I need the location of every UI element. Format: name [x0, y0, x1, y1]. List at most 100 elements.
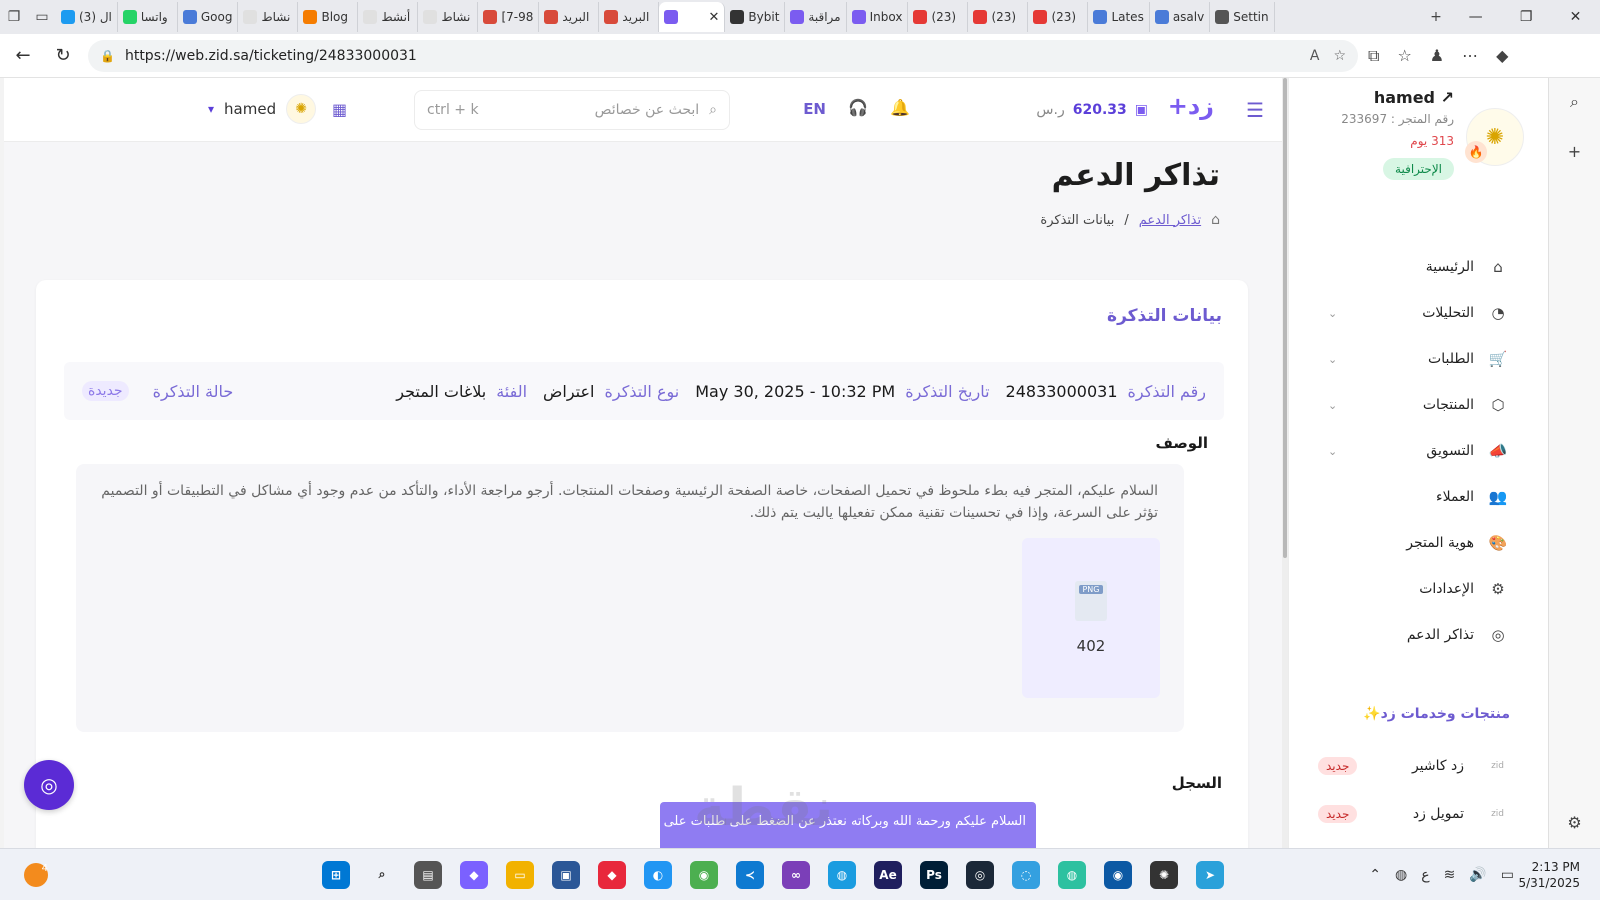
browser-tab[interactable]: [7-98 — [478, 2, 540, 32]
edge-icon[interactable]: ◉ — [1104, 860, 1132, 889]
browser-tab[interactable]: asalv — [1150, 2, 1211, 32]
browser-tab[interactable]: Blog — [298, 2, 359, 32]
browser-tab[interactable]: Inbox — [847, 2, 909, 32]
browser-tab[interactable]: Lates — [1088, 2, 1150, 32]
browser-tab[interactable]: مراقبة — [785, 2, 847, 32]
menu-toggle-icon[interactable]: ☰ — [1246, 98, 1264, 122]
telegram-icon[interactable]: ➤ — [1196, 860, 1224, 889]
headset-icon[interactable]: 🎧 — [848, 98, 868, 117]
workspaces-icon[interactable]: ❐ — [0, 3, 28, 31]
sidebar-item[interactable]: 🎨 هوية المتجر — [1289, 520, 1548, 566]
after-effects-icon[interactable]: Ae — [874, 860, 902, 889]
browser-tab[interactable]: ✕ — [659, 2, 726, 32]
input-language[interactable]: ع — [1421, 867, 1429, 883]
browser-tab[interactable]: (23) — [968, 2, 1029, 32]
browser-tab[interactable]: Bybit — [725, 2, 786, 32]
zid-logo[interactable]: زد+ — [1168, 92, 1214, 120]
wifi-icon[interactable]: ≋ — [1444, 867, 1456, 883]
search-input[interactable]: ⌕ ابحث عن خصائص ctrl + k — [414, 90, 730, 130]
sidebar-item[interactable]: ⌂ الرئيسية — [1289, 244, 1548, 290]
edge-canary-icon[interactable]: ◍ — [1058, 860, 1086, 889]
scrollbar-thumb[interactable] — [1283, 78, 1287, 558]
file-explorer-icon[interactable]: ▭ — [506, 860, 534, 889]
sidebar-item[interactable]: 📣 التسويق ⌄ — [1289, 428, 1548, 474]
browser-tab[interactable]: Settin — [1210, 2, 1275, 32]
browser-tab[interactable]: (23) — [1028, 2, 1089, 32]
clock[interactable]: 2:13 PM 5/31/2025 — [1518, 859, 1580, 891]
wallet-balance[interactable]: ر.س 620.33 ▣ — [1036, 96, 1148, 124]
new-tab-button[interactable]: + — [1422, 3, 1450, 31]
favorites-icon[interactable]: ☆ — [1397, 46, 1411, 65]
store-name[interactable]: hamed ↗ — [1374, 88, 1454, 107]
search-icon[interactable]: ⌕ — [1570, 92, 1579, 112]
read-aloud-icon[interactable]: A — [1310, 48, 1320, 64]
profile-icon[interactable]: ♟ — [1430, 46, 1444, 65]
more-menu-icon[interactable]: ⋯ — [1462, 46, 1478, 65]
browser-tab[interactable]: البريد — [599, 2, 660, 32]
maximize-button[interactable]: ❐ — [1520, 9, 1533, 25]
bell-icon[interactable]: 🔔 — [890, 98, 910, 117]
add-icon[interactable]: + — [1568, 142, 1581, 161]
sidebar-item[interactable]: 🛒 الطلبات ⌄ — [1289, 336, 1548, 382]
steam-icon[interactable]: ◎ — [966, 860, 994, 889]
close-tab-icon[interactable]: ✕ — [709, 10, 720, 25]
chevron-down-icon[interactable]: ⌄ — [1328, 307, 1337, 320]
network-status-icon[interactable]: ◍ — [1395, 867, 1407, 883]
start-icon[interactable]: ⊞ — [322, 860, 350, 889]
plan-badge[interactable]: الإحترافية — [1383, 158, 1454, 180]
breadcrumb-link-tickets[interactable]: تذاكر الدعم — [1139, 213, 1201, 228]
language-switch[interactable]: EN — [803, 100, 826, 118]
chat-support-button[interactable]: ◎ — [24, 760, 74, 810]
chrome-icon[interactable]: ◉ — [690, 860, 718, 889]
user-menu[interactable]: ▾ hamed ✺ — [208, 94, 317, 124]
sidebar-item-zid-financing[interactable]: zid تمويل زد جديد — [1289, 794, 1548, 834]
photoshop-icon[interactable]: Ps — [920, 860, 948, 889]
copilot-icon[interactable]: ◆ — [1496, 46, 1508, 65]
sidebar-item[interactable]: 👥 العملاء — [1289, 474, 1548, 520]
browser-tab[interactable]: Goog — [178, 2, 239, 32]
home-icon[interactable]: ⌂ — [1211, 212, 1220, 228]
search-icon[interactable]: ⌕ — [368, 861, 396, 889]
chatgpt-icon[interactable]: ✺ — [1150, 860, 1178, 889]
settings-icon[interactable]: ⚙ — [1567, 813, 1581, 832]
visual-studio-icon[interactable]: ∞ — [782, 860, 810, 889]
store-icon[interactable]: ▣ — [552, 860, 580, 889]
refresh-button[interactable]: ↻ — [48, 41, 78, 71]
browser-tab[interactable]: (3) ال — [56, 2, 118, 32]
task-view-icon[interactable]: ▤ — [414, 860, 442, 889]
sidebar-item[interactable]: ◎ تذاكر الدعم — [1289, 612, 1548, 658]
url-field[interactable]: 🔒 https://web.zid.sa/ticketing/248330000… — [88, 39, 1358, 72]
chevron-down-icon[interactable]: ⌄ — [1328, 399, 1337, 412]
store-logo[interactable]: ✺ 🔥 — [1465, 108, 1524, 166]
edge-dev-icon[interactable]: ◍ — [828, 860, 856, 889]
edge-beta-icon[interactable]: ◌ — [1012, 860, 1040, 889]
app-icon[interactable]: ◐ — [644, 860, 672, 889]
sidebar-item[interactable]: ◔ التحليلات ⌄ — [1289, 290, 1548, 336]
attachment-thumbnail[interactable]: PNG 402 — [1022, 538, 1160, 698]
browser-tab[interactable]: (23) — [908, 2, 969, 32]
favorite-star-icon[interactable]: ☆ — [1333, 48, 1346, 64]
sidebar-item-zid-cashier[interactable]: zid زد كاشير جديد — [1289, 746, 1548, 786]
copilot-icon[interactable]: ◆ — [460, 860, 488, 889]
battery-icon[interactable]: ▭ — [1501, 867, 1514, 883]
browser-tab[interactable]: البريد — [539, 2, 600, 32]
sidebar-item[interactable]: ⚙ الإعدادات — [1289, 566, 1548, 612]
extensions-icon[interactable]: ⧉ — [1368, 46, 1379, 66]
tab-actions-icon[interactable]: ▭ — [28, 3, 56, 31]
browser-tab[interactable]: واتسا — [118, 2, 178, 32]
sidebar-item[interactable]: ⬡ المنتجات ⌄ — [1289, 382, 1548, 428]
minimize-button[interactable]: — — [1469, 9, 1483, 25]
volume-icon[interactable]: 🔊 — [1469, 867, 1486, 883]
browser-tab[interactable]: نشاط — [238, 2, 299, 32]
browser-tab[interactable]: نشاط — [418, 2, 479, 32]
back-button[interactable]: ← — [8, 41, 38, 71]
browser-tab[interactable]: أنشط — [358, 2, 419, 32]
close-window-button[interactable]: ✕ — [1570, 9, 1582, 25]
anydesk-icon[interactable]: ◆ — [598, 860, 626, 889]
vscode-icon[interactable]: ≺ — [736, 860, 764, 889]
chevron-up-icon[interactable]: ⌃ — [1369, 867, 1381, 883]
chevron-down-icon[interactable]: ⌄ — [1328, 353, 1337, 366]
chevron-down-icon[interactable]: ⌄ — [1328, 445, 1337, 458]
apps-grid-icon[interactable]: ▦ — [332, 100, 347, 119]
notification-badge[interactable]: 4 — [24, 862, 48, 887]
